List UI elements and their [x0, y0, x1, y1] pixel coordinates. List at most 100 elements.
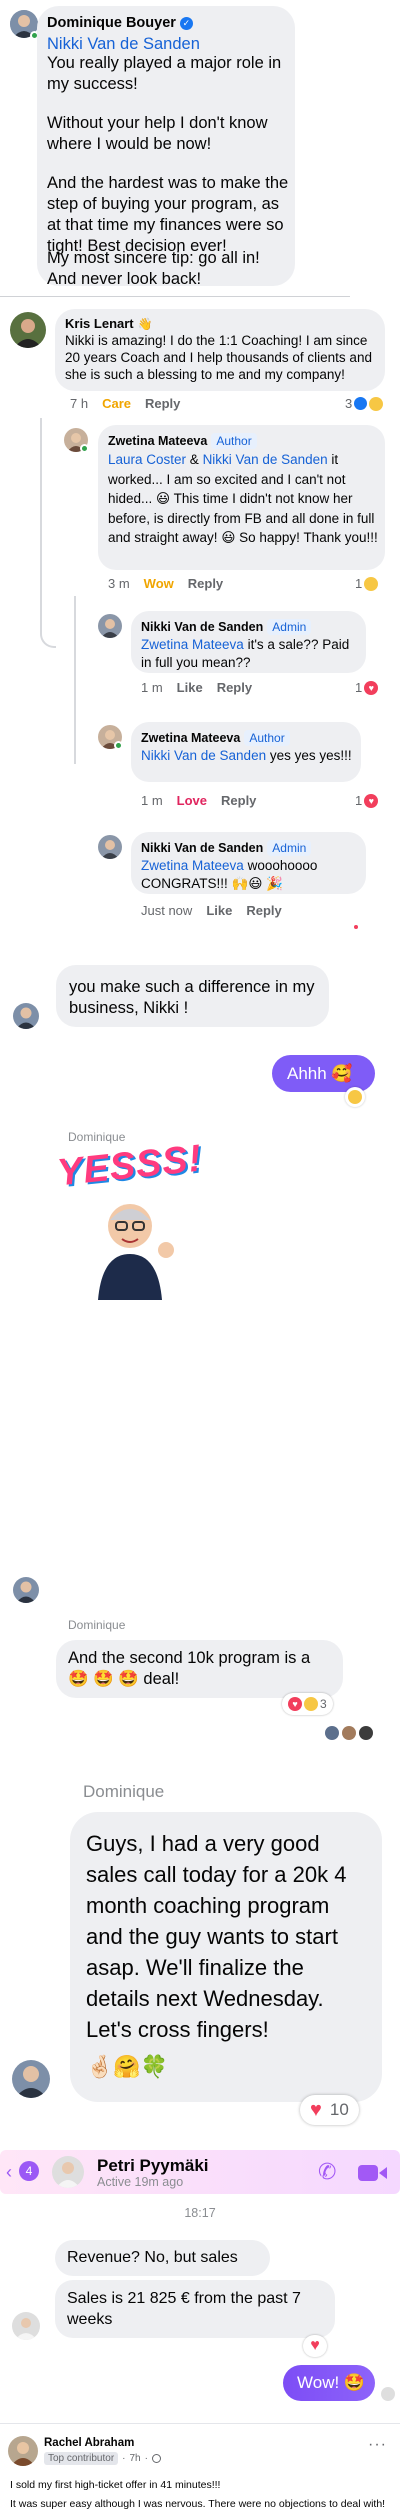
heart-icon: ♥	[310, 2337, 320, 2354]
reaction-badge[interactable]	[345, 1087, 365, 1107]
sender-label: Dominique	[68, 1130, 126, 1144]
heart-icon: ♥	[288, 1697, 302, 1711]
heart-icon: ♥	[364, 680, 379, 695]
comment-bubble: Dominique Bouyer ✓ Nikki Van de Sanden Y…	[37, 6, 295, 288]
yesss-sticker[interactable]: YESSS!	[55, 1138, 204, 1300]
outgoing-message: Wow! 🤩	[283, 2365, 375, 2401]
message-emojis: 🤞🏻🤗🍀	[86, 2054, 169, 2079]
author-name[interactable]: Dominique Bouyer	[47, 15, 176, 31]
laugh-emoji-icon	[304, 1697, 318, 1711]
post-divider	[0, 2423, 400, 2424]
comment-text: Zwetina Mateeva it's a sale?? Paid in fu…	[141, 636, 361, 672]
comment-header: Dominique Bouyer ✓	[47, 15, 193, 31]
avatar[interactable]	[52, 2156, 84, 2188]
incoming-message: Sales is 21 825 € from the past 7 weeks	[55, 2280, 335, 2338]
separator: ·	[122, 2453, 126, 2464]
avatar[interactable]	[13, 1577, 39, 1603]
mention-link[interactable]: Nikki Van de Sanden	[47, 35, 200, 54]
care-reaction[interactable]: Care	[102, 396, 131, 411]
reaction-badge[interactable]: ♥ 10	[300, 2095, 359, 2125]
comment-bubble: Zwetina Mateeva Author Nikki Van de Sande…	[131, 722, 361, 782]
reaction-badge[interactable]: ♥	[303, 2335, 327, 2357]
reaction-count: 1	[355, 793, 363, 808]
author-name[interactable]: Zwetina Mateeva	[108, 434, 207, 448]
comment-actions: Just now Like Reply	[141, 903, 282, 918]
like-button[interactable]: Like	[206, 903, 232, 918]
mention-link[interactable]: Nikki Van de Sanden	[141, 748, 266, 763]
post-text-line2: It was super easy although I was nervous…	[10, 2498, 386, 2510]
reply-button[interactable]: Reply	[246, 903, 281, 918]
heart-icon: ♥	[364, 793, 379, 808]
reaction-summary[interactable]: 1 ♥	[355, 680, 379, 695]
love-reaction[interactable]: Love	[177, 793, 207, 808]
admin-badge: Admin	[267, 840, 312, 856]
reaction-count: 1	[380, 888, 381, 889]
reply-button[interactable]: Reply	[188, 576, 223, 591]
reaction-count: 1	[355, 576, 363, 591]
avatar[interactable]	[10, 312, 46, 348]
avatar[interactable]	[8, 2436, 38, 2466]
incoming-message: Guys, I had a very good sales call today…	[70, 1812, 382, 2102]
message-text: And the second 10k program is a 🤩 🤩 🤩 de…	[68, 1649, 311, 1688]
reaction-summary[interactable]: 3	[345, 396, 384, 411]
mention-link[interactable]: Zwetina Mateeva	[141, 637, 244, 652]
contact-name[interactable]: Petri Pyymäki	[97, 2156, 209, 2176]
avatar[interactable]	[12, 2312, 40, 2340]
top-contributor-badge: Top contributor	[44, 2452, 119, 2465]
author-name[interactable]: Nikki Van de Sanden	[141, 620, 263, 634]
video-call-icon[interactable]	[358, 2163, 388, 2188]
mention-link[interactable]: Zwetina Mateeva	[141, 858, 244, 873]
reaction-summary[interactable]: 1 ♥	[355, 793, 379, 808]
timestamp: 1 m	[141, 793, 163, 808]
reaction-count: 3	[320, 1697, 327, 1711]
wow-reaction[interactable]: Wow	[144, 576, 174, 591]
comment-text: Nikki Van de Sanden yes yes yes!!!	[141, 747, 356, 765]
reply-button[interactable]: Reply	[217, 680, 252, 695]
reaction-summary[interactable]: 1	[355, 576, 379, 591]
incoming-message: Revenue? No, but sales	[55, 2240, 270, 2276]
back-button[interactable]: ‹	[6, 2162, 12, 2183]
reply-button[interactable]: Reply	[145, 396, 180, 411]
more-options-icon[interactable]: ···	[368, 2436, 387, 2454]
timestamp: 7 h	[70, 396, 89, 411]
smile-emoji-icon	[348, 1090, 362, 1104]
read-receipts	[325, 1726, 373, 1740]
avatar	[359, 1726, 373, 1740]
care-emoji-icon	[369, 396, 384, 411]
post-text-line1: I sold my first high-ticket offer in 41 …	[10, 2479, 221, 2491]
reply-button[interactable]: Reply	[221, 793, 256, 808]
mention-link[interactable]: Laura Coster	[108, 452, 186, 467]
reaction-count: 1	[355, 680, 363, 695]
author-name[interactable]: Kris Lenart	[65, 316, 134, 331]
comment-text-p3: And the hardest was to make the step of …	[47, 174, 289, 255]
sender-label: Dominique	[83, 1782, 165, 1801]
outgoing-message: Ahhh 🥰	[272, 1055, 375, 1092]
avatar	[342, 1726, 356, 1740]
admin-badge: Admin	[267, 619, 312, 635]
message-text: you make such a difference in my busines…	[69, 978, 315, 1017]
wow-emoji-icon	[364, 576, 379, 591]
mention-link[interactable]: Nikki Van de Sanden	[203, 452, 328, 467]
comment-bubble: Zwetina Mateeva Author Laura Coster & Nik…	[98, 425, 385, 570]
online-indicator	[80, 444, 89, 453]
author-badge: Author	[211, 433, 257, 449]
reaction-count: 10	[329, 2100, 349, 2119]
active-status: Active 19m ago	[97, 2175, 184, 2189]
avatar[interactable]	[98, 614, 122, 638]
comment-actions: 7 h Care Reply	[70, 396, 180, 411]
call-icon[interactable]: ✆	[318, 2159, 336, 2185]
reaction-badge[interactable]: ♥ 3	[282, 1693, 333, 1715]
author-name[interactable]: Zwetina Mateeva	[141, 731, 240, 745]
sticker-text: YESSS!	[55, 1137, 205, 1195]
avatar[interactable]	[98, 835, 122, 859]
section-separator	[0, 297, 400, 305]
comment-text-p1: You really played a major role in my suc…	[47, 54, 282, 93]
sender-label: Dominique	[68, 1618, 126, 1632]
verified-icon: ✓	[179, 16, 193, 30]
avatar[interactable]	[13, 1003, 39, 1029]
author-name[interactable]: Rachel Abraham	[44, 2437, 134, 2449]
memoji-icon	[98, 1204, 174, 1300]
like-button[interactable]: Like	[177, 680, 203, 695]
author-name[interactable]: Nikki Van de Sanden	[141, 841, 263, 855]
avatar[interactable]	[12, 2060, 50, 2098]
